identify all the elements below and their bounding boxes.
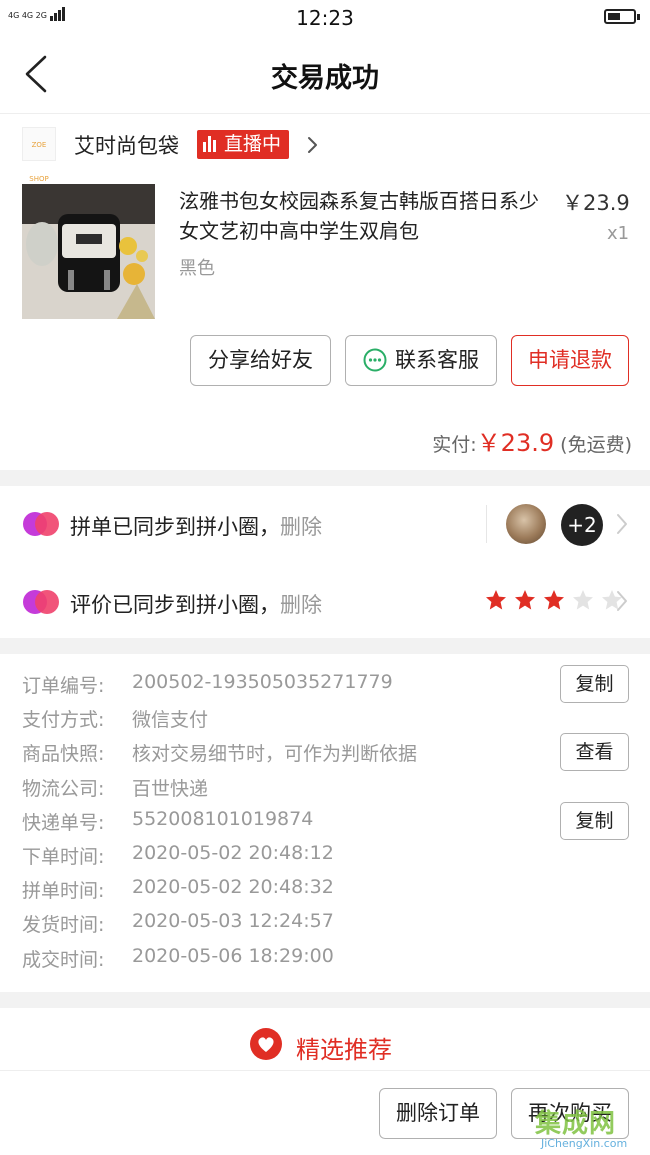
- status-bar: 4G 4G 2G 12:23: [0, 0, 650, 36]
- detail-label: 发货时间:: [22, 914, 105, 937]
- product-quantity: x1: [607, 223, 630, 244]
- contact-service-button[interactable]: 联系客服: [345, 335, 497, 386]
- star-filled-icon: [486, 590, 506, 610]
- detail-label: 商品快照:: [22, 743, 105, 766]
- pin-circle-icon: [23, 512, 59, 536]
- status-time: 12:23: [296, 6, 354, 30]
- detail-value: 微信支付: [132, 709, 209, 732]
- group-sync-text: 拼单已同步到拼小圈，删除: [70, 515, 322, 539]
- detail-label: 成交时间:: [22, 948, 105, 971]
- paid-amount: ￥23.9: [476, 429, 555, 457]
- star-filled-icon: [544, 590, 564, 610]
- star-empty-icon: [573, 590, 593, 610]
- delete-order-button[interactable]: 删除订单: [379, 1088, 497, 1139]
- more-members-badge[interactable]: +2: [561, 504, 603, 546]
- detail-value: 2020-05-06 18:29:00: [132, 944, 334, 967]
- detail-label: 快递单号:: [22, 811, 105, 834]
- share-button[interactable]: 分享给好友: [190, 335, 331, 386]
- contact-service-label: 联系客服: [395, 348, 479, 372]
- chat-bubble-icon: [363, 348, 387, 372]
- detail-label: 下单时间:: [22, 846, 105, 868]
- review-sync-delete[interactable]: 删除: [280, 593, 322, 617]
- group-sync-delete[interactable]: 删除: [280, 515, 322, 539]
- chevron-right-icon[interactable]: [306, 136, 320, 154]
- shipping-note: (免运费): [560, 434, 632, 456]
- detail-label: 订单编号:: [22, 675, 105, 697]
- detail-value: 552008101019874: [132, 807, 314, 830]
- watermark-logo: 集成网 JiChengXin.com: [535, 1109, 628, 1150]
- page-title: 交易成功: [271, 63, 379, 94]
- avatar[interactable]: [506, 504, 546, 544]
- view-snapshot-button[interactable]: 查看: [560, 733, 629, 772]
- detail-label: 拼单时间:: [22, 880, 105, 903]
- product-image[interactable]: [22, 184, 155, 319]
- live-icon: [203, 132, 218, 161]
- recommend-title: 精选推荐: [296, 1036, 392, 1064]
- paid-label: 实付:: [432, 434, 477, 456]
- chevron-right-icon[interactable]: [615, 513, 629, 535]
- detail-value: 核对交易细节时，可作为判断依据: [132, 743, 418, 766]
- detail-value: 2020-05-03 12:24:57: [132, 910, 334, 933]
- shop-name[interactable]: 艾时尚包袋: [74, 130, 179, 160]
- live-badge-label: 直播中: [224, 133, 282, 155]
- section-divider: [0, 992, 650, 1008]
- product-title[interactable]: 泫雅书包女校园森系复古韩版百搭日系少女文艺初中高中学生双肩包: [179, 186, 544, 246]
- review-sync-text: 评价已同步到拼小圈，删除: [70, 593, 322, 617]
- detail-value: 2020-05-02 20:48:32: [132, 876, 334, 899]
- section-divider: [0, 638, 650, 654]
- divider: [486, 505, 487, 543]
- chevron-right-icon[interactable]: [615, 590, 629, 612]
- copy-button[interactable]: 复制: [560, 801, 629, 840]
- copy-button[interactable]: 复制: [560, 665, 629, 703]
- refund-button[interactable]: 申请退款: [511, 335, 629, 386]
- detail-label: 物流公司:: [22, 777, 105, 800]
- product-price: ￥23.9: [562, 191, 630, 215]
- star-filled-icon: [515, 590, 535, 610]
- live-badge[interactable]: 直播中: [197, 130, 290, 161]
- heart-icon: [250, 1028, 282, 1060]
- shop-logo[interactable]: ZOE SHOP: [22, 127, 56, 183]
- nav-bar: 交易成功: [0, 36, 650, 114]
- paid-summary: 实付:￥23.9 (免运费): [0, 423, 632, 458]
- detail-value: 2020-05-02 20:48:12: [132, 842, 334, 864]
- battery-icon: [604, 9, 640, 24]
- detail-value: 百世快递: [132, 777, 209, 800]
- detail-label: 支付方式:: [22, 709, 105, 732]
- product-spec: 黑色: [179, 258, 215, 279]
- detail-value: 200502-193505035271779: [132, 671, 393, 693]
- section-divider: [0, 470, 650, 486]
- pin-circle-icon: [23, 590, 59, 614]
